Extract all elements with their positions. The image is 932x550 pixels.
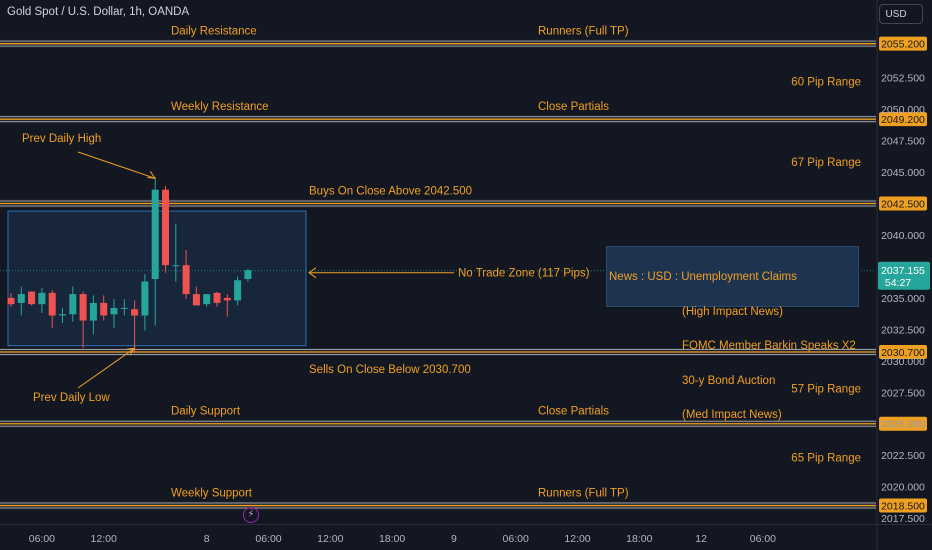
time-tick-label: 12:00 — [317, 533, 343, 545]
candle-body[interactable] — [28, 291, 36, 305]
time-tick-label: 12:00 — [564, 533, 590, 545]
prev-daily-high-label: Prev Daily High — [22, 133, 101, 145]
time-tick-label: 12:00 — [91, 533, 117, 545]
time-tick-label: 12 — [695, 533, 707, 545]
candle-body[interactable] — [172, 265, 180, 267]
candle-body[interactable] — [131, 309, 139, 316]
level-center-label: Sells On Close Below 2030.700 — [309, 364, 471, 376]
candle-body[interactable] — [182, 265, 190, 295]
candle-body[interactable] — [100, 302, 108, 316]
news-line: 30-y Bond Auction — [682, 374, 776, 387]
time-tick-label: 18:00 — [379, 533, 405, 545]
level-center-label: Close Partials — [538, 406, 609, 418]
price-tick-label: 2050.000 — [881, 104, 925, 116]
level-left-label: Daily Resistance — [171, 26, 257, 38]
candle-body[interactable] — [192, 294, 200, 306]
time-tick-label: 9 — [451, 533, 457, 545]
price-tick-label: 2035.000 — [881, 293, 925, 305]
price-tick-label: 2025.000 — [881, 419, 925, 431]
candle-body[interactable] — [213, 292, 221, 303]
news-line: News : USD : Unemployment Claims — [609, 271, 797, 283]
time-tick-label: 06:00 — [255, 533, 281, 545]
currency-button[interactable]: USD — [879, 4, 923, 24]
candle-body[interactable] — [59, 314, 66, 316]
level-left-label: Weekly Support — [171, 488, 253, 500]
price-tick-label: 2027.500 — [881, 387, 925, 399]
candle-body[interactable] — [162, 189, 169, 266]
candle-body[interactable] — [48, 292, 56, 316]
level-left-label: Weekly Resistance — [171, 101, 269, 113]
level-center-label: Buys On Close Above 2042.500 — [309, 186, 472, 198]
candle-body[interactable] — [69, 294, 77, 315]
candle-body[interactable] — [203, 294, 211, 305]
news-line: (Med Impact News) — [682, 409, 782, 421]
candle-body[interactable] — [244, 270, 252, 280]
level-price-label: 2055.200 — [881, 39, 925, 51]
level-price-label: 2018.500 — [881, 501, 925, 513]
current-price-label: 2037.155 — [881, 265, 925, 277]
time-tick-label: 18:00 — [626, 533, 652, 545]
level-price-label: 2042.500 — [881, 199, 925, 211]
time-tick-label: 06:00 — [29, 533, 55, 545]
level-center-label: Runners (Full TP) — [538, 26, 629, 38]
candle-body[interactable] — [89, 302, 97, 321]
candle-body[interactable] — [223, 297, 231, 301]
candle-body[interactable] — [38, 292, 46, 305]
time-tick-label: 06:00 — [503, 533, 529, 545]
candle-body[interactable] — [151, 189, 159, 280]
price-tick-label: 2020.000 — [881, 482, 925, 494]
candle-body[interactable] — [110, 307, 118, 315]
price-tick-label: 2032.500 — [881, 324, 925, 336]
price-tick-label: 2040.000 — [881, 230, 925, 242]
candle-body[interactable] — [17, 294, 25, 303]
range-label: 65 Pip Range — [791, 453, 861, 465]
level-left-label: Daily Support — [171, 406, 241, 418]
level-center-label: Runners (Full TP) — [538, 488, 629, 500]
price-tick-label: 2017.500 — [881, 513, 925, 525]
news-box: News : USD : Unemployment Claims (High I… — [606, 246, 859, 421]
range-label: 60 Pip Range — [791, 76, 861, 88]
price-tick-label: 2052.500 — [881, 73, 925, 85]
candle-body[interactable] — [7, 297, 15, 305]
countdown-label: 54:27 — [885, 277, 911, 289]
price-tick-label: 2022.500 — [881, 450, 925, 462]
lightning-icon[interactable]: ⚡ — [243, 507, 259, 523]
candle-body[interactable] — [234, 280, 242, 301]
price-tick-label: 2045.000 — [881, 167, 925, 179]
candle-body[interactable] — [141, 281, 149, 316]
prev-daily-low-label: Prev Daily Low — [33, 392, 110, 404]
price-tick-label: 2047.500 — [881, 136, 925, 148]
news-line: FOMC Member Barkin Speaks X2 — [682, 340, 856, 352]
price-tick-label: 2030.000 — [881, 356, 925, 368]
range-label: 67 Pip Range — [791, 157, 861, 169]
candle-body[interactable] — [120, 307, 128, 309]
news-line: (High Impact News) — [682, 305, 783, 318]
time-tick-label: 8 — [204, 533, 210, 545]
level-center-label: Close Partials — [538, 101, 609, 113]
no-trade-zone-label: No Trade Zone (117 Pips) — [458, 268, 590, 280]
prev-high-arrow — [77, 151, 156, 179]
candle-body[interactable] — [79, 294, 87, 321]
symbol-title: Gold Spot / U.S. Dollar, 1h, OANDA — [7, 6, 190, 18]
time-tick-label: 06:00 — [750, 533, 776, 545]
